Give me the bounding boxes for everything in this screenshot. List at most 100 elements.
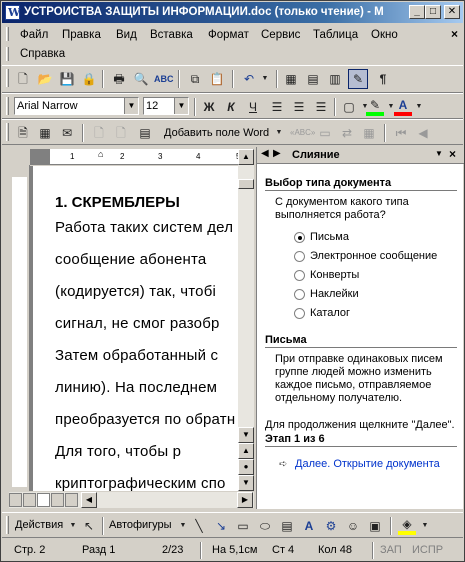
paste-icon[interactable]: 📋 [208, 70, 226, 88]
insert-address-icon[interactable]: 🗋 [90, 124, 108, 142]
print-preview-icon[interactable]: 🔍 [132, 70, 150, 88]
word-app-icon[interactable]: W [5, 5, 20, 20]
italic-button[interactable]: К [222, 98, 240, 116]
minimize-button[interactable]: _ [409, 5, 425, 19]
text-box-icon[interactable]: ▤ [278, 517, 296, 535]
outline-view-button[interactable] [51, 493, 64, 507]
menu-file[interactable]: Файл [20, 27, 48, 43]
document-area[interactable]: 1. СКРЕМБЛЕРЫ Работа таких систем дел со… [30, 166, 238, 491]
rectangle-icon[interactable]: ▭ [234, 517, 252, 535]
option-envelopes[interactable]: Конверты [310, 269, 359, 281]
status-overtype[interactable]: ИСПР [412, 544, 443, 556]
bold-button[interactable]: Ж [200, 98, 218, 116]
menu-view[interactable]: Вид [116, 27, 137, 43]
radio-labels[interactable] [294, 289, 305, 300]
view-merged-icon[interactable]: «ABC» [290, 124, 315, 142]
highlight-fields-icon[interactable]: ▭ [316, 124, 334, 142]
document-page[interactable]: 1. СКРЕМБЛЕРЫ Работа таких систем дел со… [33, 166, 238, 491]
clip-art-icon[interactable]: ☺ [344, 517, 362, 535]
radio-envelopes[interactable] [294, 270, 305, 281]
open-folder-icon[interactable]: 📂 [36, 70, 54, 88]
line-icon[interactable]: ╲ [190, 517, 208, 535]
menu-table[interactable]: Таблица [313, 27, 358, 43]
fill-color-dropdown-icon[interactable]: ▼ [416, 517, 434, 535]
previous-page-button[interactable]: ▲ [238, 443, 254, 459]
indent-marker-icon[interactable]: ⌂ [98, 149, 103, 159]
autoshapes-menu[interactable]: Автофигуры [109, 519, 172, 532]
back-icon[interactable]: ◀ [261, 148, 269, 159]
option-directory[interactable]: Каталог [310, 307, 350, 319]
vertical-scrollbar[interactable]: ▲ ▼ ▲ ● ▼ [238, 149, 254, 491]
status-record[interactable]: ЗАП [380, 544, 402, 556]
tables-borders-icon[interactable]: ▦ [282, 70, 300, 88]
spelling-icon[interactable]: ABC [154, 70, 174, 88]
align-center-icon[interactable]: ☰ [290, 98, 308, 116]
forward-icon[interactable]: ▶ [273, 148, 281, 159]
menu-format[interactable]: Формат [208, 27, 249, 43]
arrow-icon[interactable]: ↘ [212, 517, 230, 535]
menu-help[interactable]: Справка [20, 46, 65, 62]
picture-icon[interactable]: ▣ [366, 517, 384, 535]
oval-icon[interactable]: ⬭ [256, 517, 274, 535]
add-word-field-button[interactable]: Добавить поле Word [164, 127, 269, 140]
scroll-right-button[interactable]: ▶ [237, 492, 253, 508]
underline-button[interactable]: Ч [244, 98, 262, 116]
wordart-icon[interactable]: A [300, 517, 318, 535]
print-icon[interactable]: 🖶 [110, 70, 128, 88]
columns-icon[interactable]: ▥ [326, 70, 344, 88]
horizontal-scrollbar[interactable]: ◀ ▶ [9, 491, 254, 508]
insert-fields-icon[interactable]: ▤ [136, 124, 154, 142]
scroll-up-button[interactable]: ▲ [238, 149, 254, 165]
chevron-down-icon[interactable]: ▼ [435, 149, 443, 158]
title-bar[interactable]: W УСТРОЙСТВА ЗАЩИТЫ ИНФОРМАЦИИ.doc (толь… [2, 2, 463, 23]
align-left-icon[interactable]: ☰ [268, 98, 286, 116]
drawing-icon[interactable]: ✎ [348, 69, 368, 89]
horizontal-ruler[interactable]: 1 2 3 4 5 ⌂ [30, 149, 254, 165]
next-step-link[interactable]: Далее. Открытие документа [295, 458, 440, 471]
font-color-dropdown-icon[interactable]: ▼ [410, 98, 428, 116]
insert-table-icon[interactable]: ▤ [304, 70, 322, 88]
close-document-icon[interactable]: × [451, 27, 458, 41]
main-document-icon[interactable]: 🗎 [14, 124, 32, 142]
chevron-down-icon[interactable]: ▼ [124, 98, 138, 114]
previous-record-icon[interactable]: ◀ [414, 124, 432, 142]
reading-view-button[interactable] [65, 493, 78, 507]
web-view-button[interactable] [23, 493, 36, 507]
show-formatting-icon[interactable]: ¶ [374, 70, 392, 88]
recipients-icon[interactable]: ✉ [58, 124, 76, 142]
permission-icon[interactable]: 🔒 [80, 70, 98, 88]
insert-greeting-icon[interactable]: 🗋 [112, 124, 130, 142]
undo-dropdown-icon[interactable]: ▼ [256, 70, 274, 88]
scroll-down-button[interactable]: ▼ [238, 427, 254, 443]
maximize-button[interactable]: □ [425, 5, 441, 19]
new-document-icon[interactable]: 🗋 [14, 70, 32, 88]
select-objects-icon[interactable]: ↖ [80, 517, 98, 535]
radio-email[interactable] [294, 251, 305, 262]
first-record-icon[interactable]: ⏮ [392, 124, 410, 142]
menu-insert[interactable]: Вставка [150, 27, 193, 43]
scroll-thumb[interactable] [238, 179, 254, 189]
option-email[interactable]: Электронное сообщение [310, 250, 437, 262]
select-browse-object-button[interactable]: ● [238, 459, 254, 475]
copy-icon[interactable]: ⧉ [186, 70, 204, 88]
close-icon[interactable]: × [449, 147, 456, 161]
open-data-source-icon[interactable]: ▦ [36, 124, 54, 142]
match-fields-icon[interactable]: ⇄ [338, 124, 356, 142]
diagram-icon[interactable]: ⚙ [322, 517, 340, 535]
actions-menu[interactable]: Действия [15, 519, 63, 532]
tab-selector[interactable] [9, 149, 30, 165]
menu-window[interactable]: Окно [371, 27, 398, 43]
menu-tools[interactable]: Сервис [261, 27, 300, 43]
font-combo[interactable]: Arial Narrow ▼ [14, 97, 139, 115]
justify-icon[interactable]: ☰ [312, 98, 330, 116]
fill-color-icon[interactable]: ◈ [398, 517, 416, 535]
menu-edit[interactable]: Правка [62, 27, 101, 43]
radio-letters[interactable] [294, 232, 305, 243]
vertical-ruler[interactable] [9, 165, 30, 491]
option-letters[interactable]: Письма [310, 231, 349, 243]
add-word-field-dropdown-icon[interactable]: ▼ [270, 124, 288, 142]
option-labels[interactable]: Наклейки [310, 288, 359, 300]
radio-directory[interactable] [294, 308, 305, 319]
save-icon[interactable]: 💾 [58, 70, 76, 88]
next-page-button[interactable]: ▼ [238, 475, 254, 491]
